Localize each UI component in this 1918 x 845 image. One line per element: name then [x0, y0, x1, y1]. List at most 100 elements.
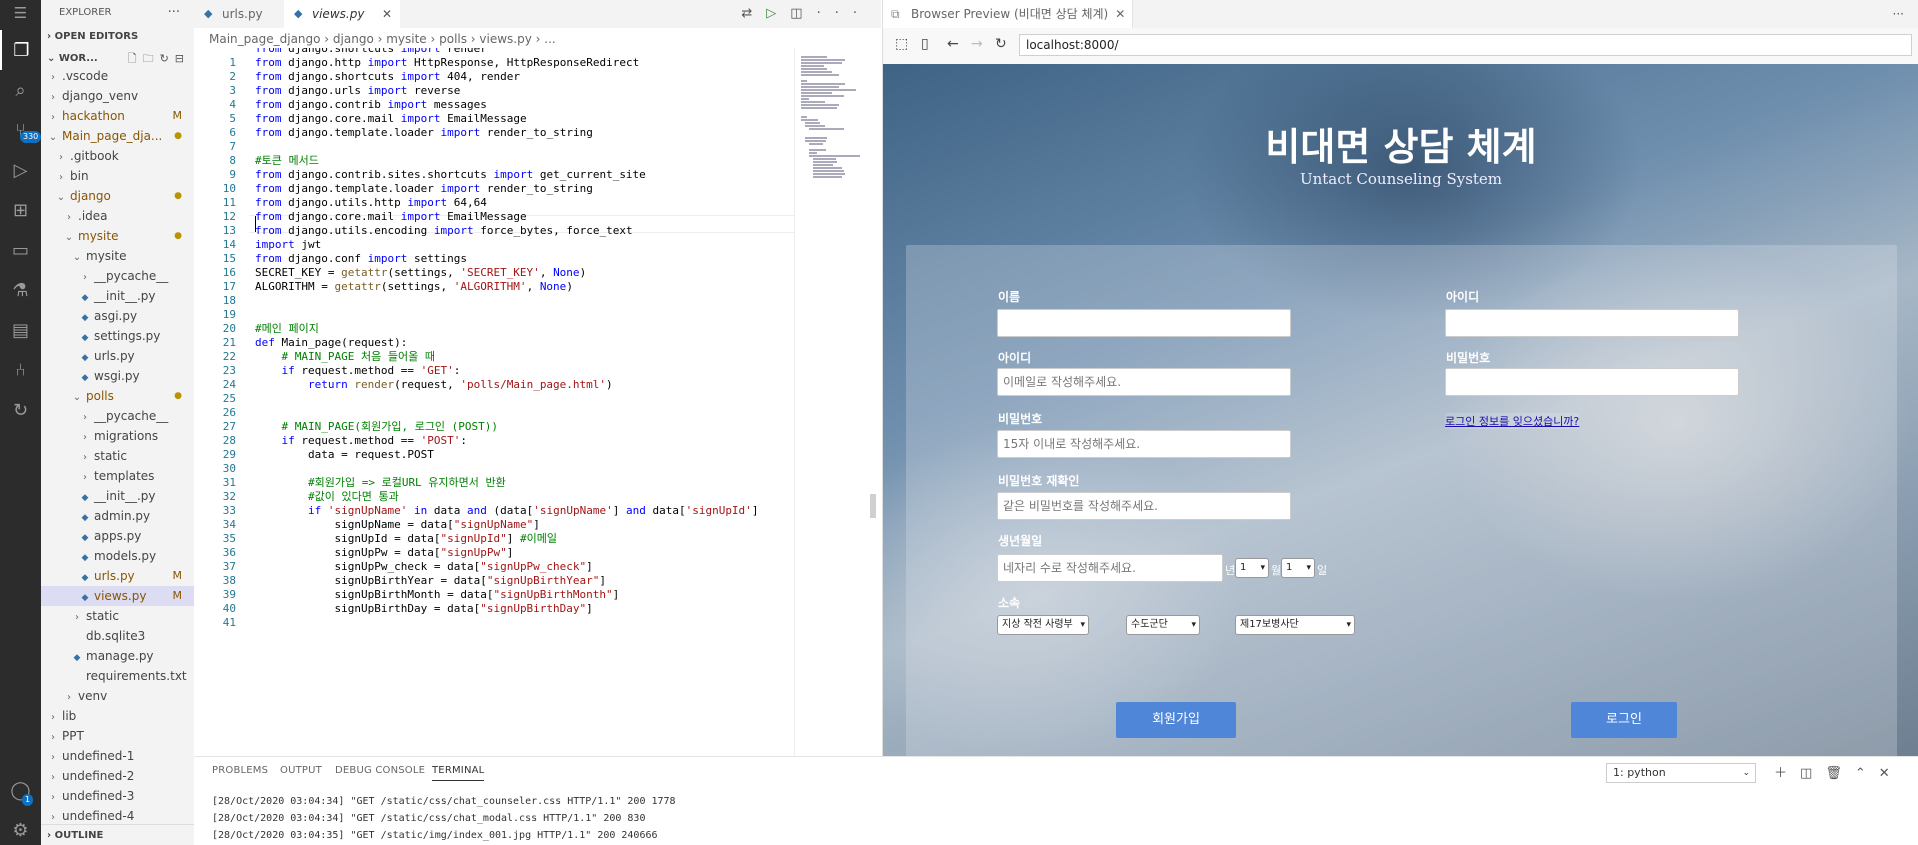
explorer-icon[interactable]: ❐ — [0, 30, 41, 70]
tree-item[interactable]: › venv — [41, 686, 194, 706]
more-actions-icon[interactable]: ··· — [1893, 0, 1904, 28]
outline-section[interactable]: › OUTLINE — [41, 824, 194, 845]
birth-day-select[interactable]: 1 ▾ — [1281, 558, 1315, 578]
tab-debug-console[interactable]: DEBUG CONSOLE — [335, 765, 425, 776]
tree-item[interactable]: ⌄ polls ● — [41, 386, 194, 406]
split-editor-icon[interactable]: ◫ — [790, 6, 816, 21]
run-debug-icon[interactable]: ▷ — [0, 150, 41, 190]
refresh-icon[interactable]: ↻ — [995, 36, 1007, 52]
birth-month-select[interactable]: 1 ▾ — [1235, 558, 1269, 578]
open-editors-section[interactable]: › OPEN EDITORS — [41, 26, 194, 48]
corps-select[interactable]: 수도군단 ▾ — [1126, 615, 1200, 635]
remote-explorer-icon[interactable]: ▭ — [0, 230, 41, 270]
tree-item[interactable]: ◆ __init__.py — [41, 286, 194, 306]
terminal-select[interactable]: 1: python ⌄ — [1606, 763, 1756, 783]
tree-item[interactable]: › .idea — [41, 206, 194, 226]
tree-item[interactable]: ⌄ Main_page_dja... ● — [41, 126, 194, 146]
maximize-panel-icon[interactable]: ⌃ — [1855, 766, 1879, 781]
live-share-icon[interactable]: ↻ — [0, 390, 41, 430]
testing-icon[interactable]: ⚗ — [0, 270, 41, 310]
tree-item[interactable]: › migrations — [41, 426, 194, 446]
minimap[interactable] — [794, 48, 881, 756]
tree-item[interactable]: ⌄ mysite — [41, 246, 194, 266]
forward-arrow-icon[interactable]: → — [971, 36, 983, 52]
device-icon[interactable]: ▯ — [921, 36, 929, 52]
signup-button[interactable]: 회원가입 — [1116, 702, 1236, 738]
more-actions-icon[interactable]: ··· — [168, 0, 180, 26]
run-icon[interactable]: ▷ — [766, 6, 790, 21]
tree-item[interactable]: ◆ urls.py M — [41, 566, 194, 586]
tree-item[interactable]: ◆ asgi.py — [41, 306, 194, 326]
tree-item[interactable]: › static — [41, 446, 194, 466]
tree-item[interactable]: db.sqlite3 — [41, 626, 194, 646]
tree-item[interactable]: ◆ wsgi.py — [41, 366, 194, 386]
inspect-icon[interactable]: ⬚ — [895, 36, 908, 52]
name-input[interactable] — [997, 309, 1291, 337]
address-bar[interactable]: localhost:8000/ — [1019, 34, 1912, 56]
editor-scrollbar[interactable] — [870, 494, 876, 518]
tree-item[interactable]: › lib — [41, 706, 194, 726]
signup-pw-input[interactable]: 15자 이내로 작성해주세요. — [997, 430, 1291, 458]
tab-urls-py[interactable]: ◆ urls.py — [194, 0, 284, 28]
tree-item[interactable]: › undefined-2 — [41, 766, 194, 786]
tree-item[interactable]: › bin — [41, 166, 194, 186]
tab-output[interactable]: OUTPUT — [280, 765, 322, 776]
tree-item[interactable]: › hackathon M — [41, 106, 194, 126]
tree-item[interactable]: ⌄ django ● — [41, 186, 194, 206]
extensions-icon[interactable]: ⊞ — [0, 190, 41, 230]
forgot-login-link[interactable]: 로그인 정보를 잊으셨습니까? — [1445, 413, 1580, 429]
close-icon[interactable]: ✕ — [382, 0, 392, 28]
settings-gear-icon[interactable]: ⚙ — [0, 810, 41, 845]
tab-problems[interactable]: PROBLEMS — [212, 765, 268, 776]
account-icon[interactable]: ◯ 1 — [0, 770, 41, 810]
tab-views-py[interactable]: ◆ views.py ✕ — [284, 0, 400, 28]
tree-item[interactable]: › undefined-4 — [41, 806, 194, 826]
tree-item[interactable]: requirements.txt — [41, 666, 194, 686]
command-select[interactable]: 지상 작전 사령부 ▾ — [997, 615, 1089, 635]
tree-item[interactable]: › undefined-1 — [41, 746, 194, 766]
tree-item[interactable]: ◆ views.py M — [41, 586, 194, 606]
browser-preview-icon[interactable]: ▤ — [0, 310, 41, 350]
tree-item[interactable]: › PPT — [41, 726, 194, 746]
tree-item[interactable]: › .vscode — [41, 66, 194, 86]
git-graph-icon[interactable]: ⑃ — [0, 350, 41, 390]
tree-item[interactable]: ⌄ mysite ● — [41, 226, 194, 246]
tree-item[interactable]: › django_venv — [41, 86, 194, 106]
login-pw-input[interactable] — [1445, 368, 1739, 396]
tree-item[interactable]: › __pycache__ — [41, 406, 194, 426]
tree-item[interactable]: ◆ admin.py — [41, 506, 194, 526]
code-area[interactable]: from django.shortcuts import render 1 from… — [194, 48, 794, 756]
search-icon[interactable]: ⌕ — [0, 70, 41, 110]
tree-item[interactable]: › templates — [41, 466, 194, 486]
birth-year-input[interactable]: 네자리 수로 작성해주세요. — [997, 554, 1223, 582]
tree-item[interactable]: › undefined-3 — [41, 786, 194, 806]
tree-item[interactable]: ◆ apps.py — [41, 526, 194, 546]
open-changes-icon[interactable]: ⇄ — [741, 6, 766, 21]
editor-actions[interactable]: ⇄▷◫··· — [741, 0, 871, 28]
signup-id-input[interactable]: 이메일로 작성해주세요. — [997, 368, 1291, 396]
tree-item[interactable]: › .gitbook — [41, 146, 194, 166]
back-arrow-icon[interactable]: ← — [947, 36, 959, 52]
tree-item[interactable]: ◆ settings.py — [41, 326, 194, 346]
trash-icon[interactable]: 🗑 — [1825, 766, 1855, 781]
more-actions-icon[interactable]: ··· — [817, 6, 871, 21]
tree-item[interactable]: › static — [41, 606, 194, 626]
tree-item[interactable]: ◆ models.py — [41, 546, 194, 566]
tab-terminal[interactable]: TERMINAL — [432, 765, 485, 781]
browser-tab[interactable]: ⧉ Browser Preview (비대면 상담 체계) ✕ — [883, 0, 1134, 28]
signup-pw-confirm-input[interactable]: 같은 비밀번호를 작성해주세요. — [997, 492, 1291, 520]
tree-item[interactable]: ◆ urls.py — [41, 346, 194, 366]
login-id-input[interactable] — [1445, 309, 1739, 337]
login-button[interactable]: 로그인 — [1571, 702, 1677, 738]
new-terminal-icon[interactable]: ＋ — [1774, 766, 1800, 781]
close-icon[interactable]: ✕ — [1115, 0, 1125, 28]
source-control-icon[interactable]: ⑂ 330 — [0, 110, 42, 150]
split-terminal-icon[interactable]: ◫ — [1800, 766, 1825, 781]
division-select[interactable]: 제17보병사단 ▾ — [1235, 615, 1355, 635]
tree-item[interactable]: › __pycache__ — [41, 266, 194, 286]
menu-icon[interactable]: ☰ — [0, 0, 41, 26]
tree-item[interactable]: ◆ __init__.py — [41, 486, 194, 506]
breadcrumb[interactable]: Main_page_django › django › mysite › pol… — [194, 28, 556, 50]
close-panel-icon[interactable]: ✕ — [1879, 766, 1903, 781]
tree-item[interactable]: ◆ manage.py — [41, 646, 194, 666]
